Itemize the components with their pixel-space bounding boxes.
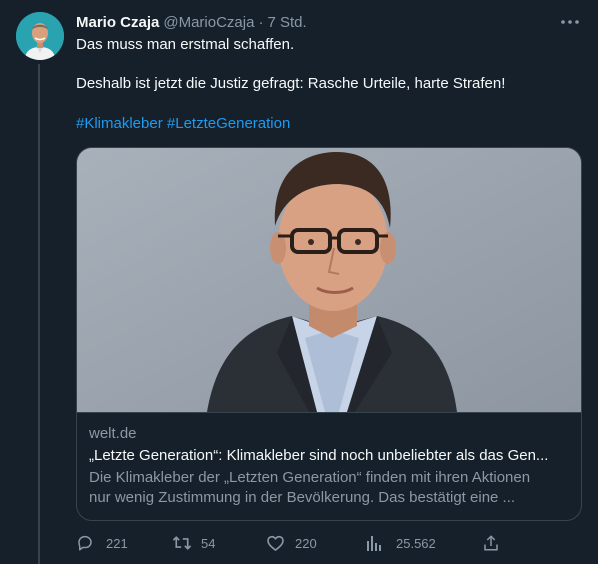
reply-count: 221 [106, 535, 128, 551]
views-button[interactable]: 25.562 [366, 532, 436, 554]
views-icon [367, 536, 381, 551]
timestamp[interactable]: 7 Std. [267, 14, 306, 31]
tweet[interactable]: Mario Czaja @MarioCzaja · 7 Std. Das mus… [0, 0, 598, 564]
share-button[interactable] [482, 532, 500, 554]
views-count: 25.562 [396, 535, 436, 551]
card-divider [77, 412, 581, 413]
card-title[interactable]: „Letzte Generation“: Klimakleber sind no… [89, 447, 571, 464]
card-image [77, 148, 581, 412]
card-description-line-1: Die Klimakleber der „Letzten Generation“… [89, 469, 531, 486]
share-icon [484, 535, 498, 551]
reply-icon [78, 535, 92, 551]
author-handle[interactable]: @MarioCzaja [163, 14, 254, 31]
tweet-text-line-2: Deshalb ist jetzt die Justiz gefragt: Ra… [76, 75, 506, 92]
action-bar: 221 54 220 25.562 [76, 532, 506, 554]
like-button[interactable]: 220 [266, 532, 317, 554]
retweet-button[interactable]: 54 [172, 532, 215, 554]
card-domain: welt.de [89, 425, 137, 442]
link-card[interactable]: welt.de „Letzte Generation“: Klimakleber… [76, 147, 582, 521]
tweet-header: Mario Czaja @MarioCzaja · 7 Std. [76, 12, 307, 32]
retweet-count: 54 [201, 535, 216, 551]
tweet-hashtags: #Klimakleber #LetzteGeneration [76, 114, 582, 134]
thread-line [38, 64, 40, 564]
separator-dot: · [258, 13, 264, 31]
heart-icon [267, 535, 284, 551]
card-description: Die Klimakleber der „Letzten Generation“… [89, 468, 571, 508]
more-button[interactable] [556, 12, 584, 32]
hashtag-letzte-generation[interactable]: #LetzteGeneration [167, 115, 290, 132]
tweet-text-line-1: Das muss man erstmal schaffen. [76, 36, 295, 53]
like-count: 220 [295, 535, 317, 551]
author-name[interactable]: Mario Czaja [76, 14, 159, 31]
more-icon [561, 20, 579, 24]
card-description-line-2: nur wenig Zustimmung in der Bevölkerung.… [89, 489, 516, 506]
retweet-icon [172, 536, 192, 550]
hashtag-klimakleber[interactable]: #Klimakleber [76, 115, 163, 132]
avatar[interactable] [16, 12, 64, 60]
reply-button[interactable]: 221 [76, 532, 128, 554]
